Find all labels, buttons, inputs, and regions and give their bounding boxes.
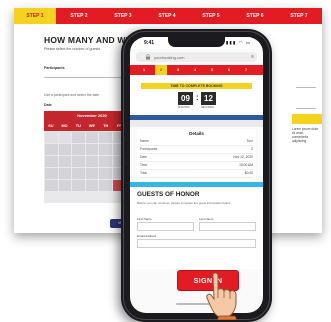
booking-details-card: Details Name Tour Participants 2 Date No…	[137, 129, 256, 181]
phone-step-1[interactable]: 1	[138, 65, 150, 75]
phone-step-6[interactable]: 6	[223, 65, 235, 75]
lock-icon	[146, 54, 150, 60]
desktop-step-6[interactable]: STEP 6	[234, 8, 276, 24]
detail-value: Nov 12, 2020	[233, 155, 253, 159]
first-name-label: First Name	[137, 217, 152, 221]
first-name-field[interactable]	[137, 222, 194, 231]
calendar-day[interactable]	[72, 180, 85, 191]
calendar-day[interactable]	[58, 180, 72, 191]
menu-icon[interactable]: ≡	[251, 54, 254, 60]
detail-label: Time	[140, 163, 148, 167]
phone-step-3[interactable]: 3	[172, 65, 184, 75]
detail-label: Total	[140, 171, 147, 175]
desktop-step-1[interactable]: STEP 1	[14, 8, 56, 24]
email-field[interactable]	[137, 239, 256, 248]
calendar-day[interactable]	[85, 180, 99, 191]
timer-minutes: 09	[178, 92, 193, 105]
desktop-right-input-2[interactable]	[296, 102, 316, 109]
desktop-right-text: Lorem ipsum dolor sit amet, consectetur …	[292, 127, 319, 143]
detail-label: Participants	[140, 147, 158, 151]
timer-banner: TIME TO COMPLETE BOOKING	[141, 83, 252, 89]
calendar-day[interactable]	[99, 144, 112, 155]
calendar-day[interactable]	[45, 168, 58, 179]
timer-minutes-label: MINUTES	[178, 106, 190, 109]
calendar-day[interactable]	[45, 180, 58, 191]
guests-subtitle: Before you can continue, please complete…	[137, 201, 231, 205]
detail-label: Date	[140, 155, 147, 159]
timer-colon: :	[196, 93, 199, 102]
calendar-day[interactable]	[58, 168, 72, 179]
detail-value: 2	[251, 147, 253, 151]
signal-wifi-battery-icon: ▮▮▮ ◠ ▭	[225, 40, 251, 45]
detail-value: Tour	[246, 139, 253, 143]
detail-row: Date Nov 12, 2020	[140, 155, 253, 162]
calendar-day[interactable]	[58, 132, 72, 143]
detail-row: Time 10:00 AM	[140, 163, 253, 170]
calendar-day[interactable]	[72, 132, 85, 143]
calendar-day[interactable]	[45, 132, 58, 143]
phone-step-5[interactable]: 5	[206, 65, 218, 75]
calendar-day[interactable]	[99, 180, 112, 191]
calendar-day[interactable]	[85, 132, 99, 143]
last-name-label: Last Name	[199, 217, 214, 221]
weekday: TU	[75, 124, 81, 128]
desktop-step-3[interactable]: STEP 3	[102, 8, 144, 24]
desktop-step-4[interactable]: STEP 4	[146, 8, 188, 24]
desktop-step-2[interactable]: STEP 2	[58, 8, 100, 24]
calendar-day[interactable]	[99, 132, 112, 143]
status-time: 9:41	[144, 40, 155, 46]
weekday: MO	[61, 124, 68, 128]
smartphone: 9:41 ▮▮▮ ◠ ▭ yourbooking.com ≡ 1 2 3 4 5…	[121, 29, 272, 322]
calendar-day[interactable]	[85, 144, 99, 155]
calendar-day[interactable]	[58, 144, 72, 155]
phone-step-bar: 1 2 3 4 5 6 7	[130, 65, 263, 75]
timer-seconds: 12	[201, 92, 216, 105]
detail-label: Name	[140, 139, 149, 143]
desktop-subtitle: Please select the number of guests	[44, 47, 101, 51]
guests-title: GUESTS OF HONOR	[137, 191, 200, 198]
email-label: Email Address	[137, 234, 157, 238]
detail-value: 10:00 AM	[239, 163, 253, 167]
calendar-day[interactable]	[45, 156, 58, 167]
detail-row: Total $0.00	[140, 171, 253, 178]
desktop-step-bar: STEP 1 STEP 2 STEP 3 STEP 4 STEP 5 STEP …	[14, 8, 322, 24]
last-name-field[interactable]	[199, 222, 256, 231]
calendar-day[interactable]	[72, 168, 85, 179]
desktop-note: Use a participant and select the date	[44, 93, 100, 97]
weekday: SU	[48, 124, 54, 128]
detail-row: Participants 2	[140, 147, 253, 154]
desktop-step-5[interactable]: STEP 5	[190, 8, 232, 24]
calendar-day[interactable]	[85, 168, 99, 179]
phone-notch	[168, 37, 225, 47]
phone-step-2[interactable]: 2	[155, 65, 167, 75]
phone-step-7[interactable]: 7	[240, 65, 252, 75]
desktop-step-7[interactable]: STEP 7	[278, 8, 320, 24]
calendar-day[interactable]	[72, 144, 85, 155]
calendar-day[interactable]	[45, 144, 58, 155]
detail-value: $0.00	[244, 171, 253, 175]
desktop-right-input[interactable]	[296, 81, 316, 88]
details-title: Details	[189, 131, 204, 136]
desktop-yellow-block	[292, 114, 322, 124]
weekday: WE	[88, 124, 96, 128]
timer-seconds-label: SECONDS	[201, 106, 214, 109]
gray-band	[130, 120, 263, 127]
weekday: TH	[103, 124, 109, 128]
date-label: Date	[44, 103, 52, 107]
participants-label: Participants	[44, 66, 65, 70]
url-bar[interactable]: yourbooking.com ≡	[136, 52, 257, 62]
hand-pointer-icon	[206, 272, 238, 320]
calendar-day[interactable]	[99, 156, 112, 167]
url-text: yourbooking.com	[154, 54, 185, 60]
calendar-day[interactable]	[72, 156, 85, 167]
detail-row: Name Tour	[140, 139, 253, 146]
calendar-day[interactable]	[99, 168, 112, 179]
phone-step-4[interactable]: 4	[189, 65, 201, 75]
calendar-day[interactable]	[85, 156, 99, 167]
calendar-day[interactable]	[58, 156, 72, 167]
